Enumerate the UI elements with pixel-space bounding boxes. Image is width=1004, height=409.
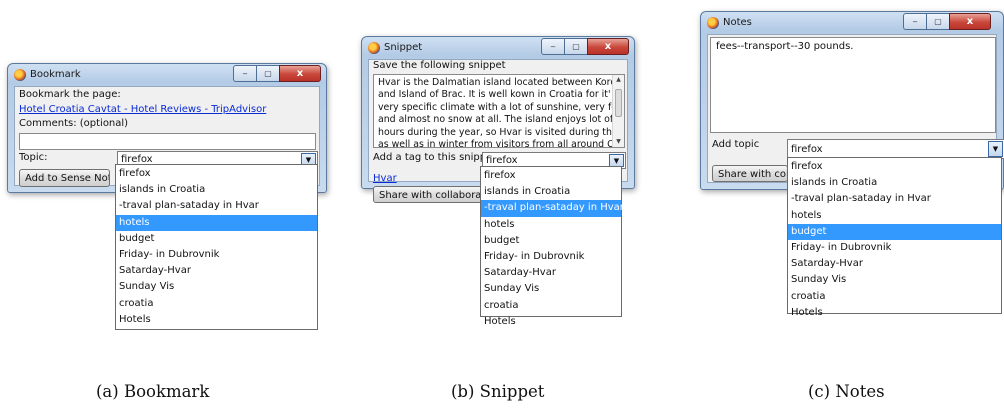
firefox-icon [368, 42, 380, 54]
share-with-collaborators-button[interactable]: Share with collaborators [373, 186, 487, 203]
topic-label: Topic: [19, 152, 48, 163]
scroll-down-icon[interactable]: ▼ [613, 137, 624, 147]
maximize-button[interactable]: ▢ [256, 65, 279, 82]
dropdown-option[interactable]: budget [116, 231, 317, 247]
firefox-icon [707, 17, 719, 29]
chevron-down-icon[interactable]: ▼ [988, 141, 1003, 157]
bookmark-titlebar[interactable]: Bookmark ‒ ▢ x [8, 64, 326, 86]
minimize-button[interactable]: ‒ [541, 38, 564, 55]
comments-input[interactable] [19, 133, 316, 150]
dropdown-option[interactable]: Satarday-Hvar [481, 265, 621, 281]
topic-dropdown-list: firefox islands in Croatia -traval plan-sa… [787, 157, 1002, 318]
dropdown-option[interactable]: Hotels [788, 305, 1001, 321]
dropdown-option[interactable]: croatia [116, 296, 317, 312]
topic-dropdown-list: firefox islands in Croatia -traval plan-sa… [115, 164, 318, 330]
note-text: fees--transport--30 pounds. [716, 41, 854, 52]
topic-select[interactable]: firefox ▼ [787, 139, 1004, 159]
maximize-button[interactable]: ▢ [564, 38, 587, 55]
snippet-titlebar[interactable]: Snippet ‒ ▢ x [362, 37, 634, 59]
dropdown-option[interactable]: Sunday Vis [116, 279, 317, 295]
maximize-button[interactable]: ▢ [926, 13, 949, 30]
snippet-line: and Island of Brac. It is well kown in C… [378, 89, 624, 101]
minimize-button[interactable]: ‒ [903, 13, 926, 30]
dropdown-option[interactable]: Friday- in Dubrovnik [116, 247, 317, 263]
add-to-sense-note-button[interactable]: Add to Sense Note [19, 169, 110, 187]
dropdown-option[interactable]: budget [788, 223, 1001, 240]
minimize-button[interactable]: ‒ [233, 65, 256, 82]
caption-bookmark: (a) Bookmark [96, 382, 210, 401]
snippet-line: very specific climate with a lot of suns… [378, 101, 624, 113]
notes-titlebar[interactable]: Notes ‒ ▢ x [701, 12, 1003, 34]
hvar-link[interactable]: Hvar [373, 173, 397, 184]
tag-label: Add a tag to this snippet [373, 152, 497, 163]
snippet-text-area[interactable]: Hvar is the Dalmatian island located bet… [373, 74, 625, 148]
window-title: Snippet [384, 42, 423, 53]
dropdown-option[interactable]: firefox [116, 166, 317, 182]
snippet-line: Hvar is the Dalmatian island located bet… [378, 77, 624, 88]
dropdown-option[interactable]: -traval plan-sataday in Hvar [481, 200, 624, 217]
bookmark-page-label: Bookmark the page: [19, 89, 121, 100]
page-link[interactable]: Hotel Croatia Cavtat - Hotel Reviews - T… [19, 104, 266, 115]
window-title: Notes [723, 17, 752, 28]
dropdown-option[interactable]: islands in Croatia [481, 184, 621, 200]
window-controls: ‒ ▢ x [903, 13, 991, 30]
snippet-line: and almost no snow at all. The island en… [378, 114, 624, 126]
add-topic-label: Add topic [712, 139, 760, 150]
dropdown-option[interactable]: Hotels [481, 314, 621, 330]
topic-select-value: firefox [791, 144, 823, 155]
window-controls: ‒ ▢ x [541, 38, 629, 55]
dropdown-option[interactable]: -traval plan-sataday in Hvar [116, 198, 317, 214]
snippet-scrollbar[interactable]: ▲ ▼ [612, 75, 624, 147]
caption-snippet: (b) Snippet [451, 382, 545, 401]
dropdown-option[interactable]: Satarday-Hvar [788, 256, 1001, 272]
dropdown-option[interactable]: Friday- in Dubrovnik [788, 240, 1001, 256]
dropdown-option[interactable]: islands in Croatia [788, 175, 1001, 191]
scroll-thumb[interactable] [615, 89, 622, 117]
dropdown-option[interactable]: Hotels [116, 312, 317, 328]
scroll-up-icon[interactable]: ▲ [613, 75, 624, 85]
dropdown-option[interactable]: croatia [481, 298, 621, 314]
dropdown-option[interactable]: budget [481, 233, 621, 249]
close-button[interactable]: x [949, 13, 991, 30]
dropdown-option[interactable]: croatia [788, 289, 1001, 305]
snippet-body: Save the following snippet Hvar is the D… [368, 59, 628, 203]
dropdown-option[interactable]: Sunday Vis [481, 281, 621, 297]
window-title: Bookmark [30, 69, 81, 80]
comments-label: Comments: (optional) [19, 118, 129, 129]
dropdown-option[interactable]: hotels [116, 214, 317, 231]
note-text-area[interactable]: fees--transport--30 pounds. [710, 37, 996, 133]
dropdown-option[interactable]: firefox [481, 168, 621, 184]
tag-select-value: firefox [486, 155, 518, 166]
save-snippet-label: Save the following snippet [373, 60, 506, 71]
close-button[interactable]: x [587, 38, 629, 55]
dropdown-option[interactable]: Friday- in Dubrovnik [481, 249, 621, 265]
window-controls: ‒ ▢ x [233, 65, 321, 82]
snippet-line: as well as in winter from visitors from … [378, 139, 624, 148]
snippet-text: Hvar is the Dalmatian island located bet… [378, 77, 624, 148]
dropdown-option[interactable]: Sunday Vis [788, 272, 1001, 288]
close-button[interactable]: x [279, 65, 321, 82]
share-with-collaborators-button[interactable]: Share with collab [712, 165, 788, 182]
dropdown-option[interactable]: hotels [481, 217, 621, 233]
firefox-icon [14, 69, 26, 81]
snippet-line: hours during the year, so Hvar is visite… [378, 126, 624, 138]
dropdown-option[interactable]: islands in Croatia [116, 182, 317, 198]
caption-notes: (c) Notes [808, 382, 885, 401]
dropdown-option[interactable]: hotels [788, 208, 1001, 224]
dropdown-option[interactable]: Satarday-Hvar [116, 263, 317, 279]
dropdown-option[interactable]: firefox [788, 159, 1001, 175]
tag-dropdown-list: firefox islands in Croatia -traval plan-sa… [480, 166, 624, 327]
dropdown-option[interactable]: -traval plan-sataday in Hvar [788, 191, 1001, 207]
